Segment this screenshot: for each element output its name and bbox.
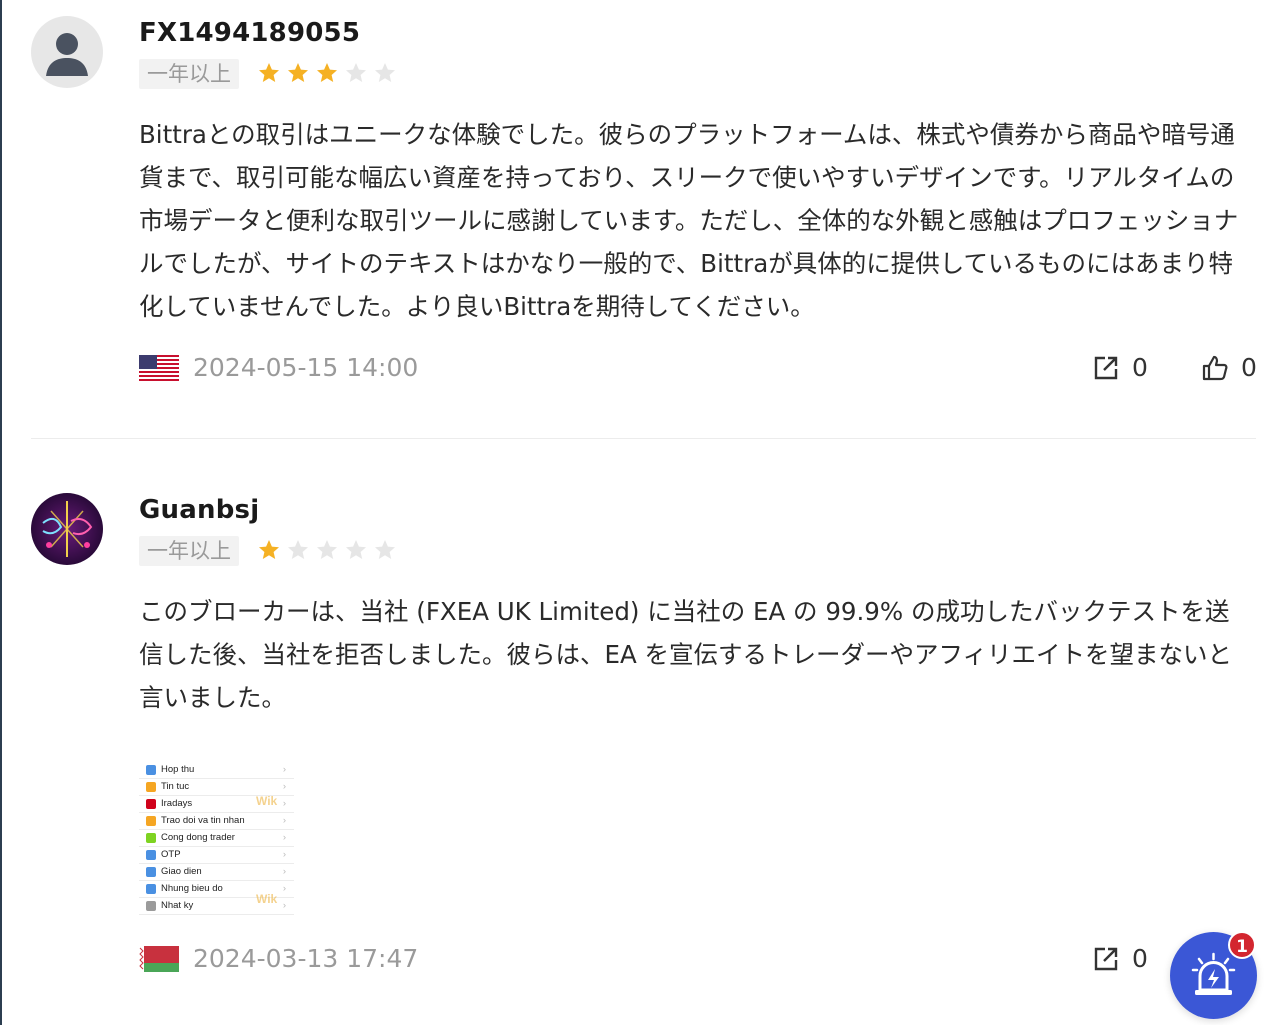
row-label: Nhung bieu do [161, 883, 223, 894]
star-filled-icon [317, 63, 337, 82]
share-icon [1094, 947, 1118, 970]
row-icon [146, 901, 156, 911]
thumbnail-row: Giao dien › [139, 864, 294, 881]
thumbnail-row: Hop thu › [139, 762, 294, 779]
star-filled-icon [288, 63, 308, 82]
watermark: Wik [256, 794, 278, 808]
row-label: OTP [161, 849, 181, 860]
row-icon [146, 884, 156, 894]
chevron-right-icon: › [282, 781, 286, 792]
like-count: 0 [1241, 353, 1257, 382]
share-icon [1094, 356, 1118, 379]
row-icon [146, 867, 156, 877]
us-flag-icon [139, 355, 179, 381]
row-icon [146, 833, 156, 843]
thumbs-up-icon [1202, 355, 1228, 380]
rating-stars [257, 61, 397, 89]
chevron-right-icon: › [282, 764, 286, 775]
thumbnail-row: Cong dong trader › [139, 830, 294, 847]
row-label: Nhat ky [161, 900, 194, 911]
chevron-right-icon: › [282, 815, 286, 826]
star-empty-icon [375, 540, 395, 559]
star-empty-icon [288, 540, 308, 559]
like-button[interactable]: 0 [1201, 353, 1257, 382]
row-label: Hop thu [161, 764, 195, 775]
avatar-image-icon [42, 501, 93, 557]
star-empty-icon [375, 63, 395, 82]
avatar[interactable] [31, 16, 103, 88]
review-date: 2024-03-13 17:47 [193, 944, 419, 973]
row-icon [146, 765, 156, 775]
row-icon [146, 850, 156, 860]
row-icon [146, 799, 156, 809]
tenure-badge: 一年以上 [139, 536, 239, 566]
star-filled-icon [259, 540, 279, 559]
review-date: 2024-05-15 14:00 [193, 353, 419, 382]
avatar[interactable] [31, 493, 103, 565]
row-icon [146, 816, 156, 826]
chevron-right-icon: › [282, 900, 286, 911]
share-count: 0 [1132, 944, 1148, 973]
share-count: 0 [1132, 353, 1148, 382]
row-label: Giao dien [161, 866, 202, 877]
row-label: Tin tuc [161, 781, 190, 792]
username[interactable]: Guanbsj [139, 495, 259, 525]
review-text: Bittraとの取引はユニークな体験でした。彼らのプラットフォームは、株式や債券… [139, 120, 1239, 321]
chevron-right-icon: › [282, 832, 286, 843]
star-empty-icon [346, 63, 366, 82]
star-empty-icon [346, 540, 366, 559]
row-label: Cong dong trader [161, 832, 235, 843]
user-silhouette-icon [46, 33, 88, 76]
row-icon [146, 782, 156, 792]
attachment-thumbnail[interactable]: Hop thu › Tin tuc › Iradays › Trao doi va tin … [139, 760, 294, 915]
chevron-right-icon: › [282, 849, 286, 860]
review-card: Guanbsj 一年以上 このブローカーは、当社 (FXEA UK Limite… [0, 438, 1280, 1025]
review-card: FX1494189055 一年以上 Bittraとの取引はユニークな体験でした。… [0, 0, 1280, 438]
share-button[interactable]: 0 [1092, 353, 1148, 382]
chevron-right-icon: › [282, 866, 286, 877]
chevron-right-icon: › [282, 798, 286, 809]
tenure-badge: 一年以上 [139, 59, 239, 89]
notification-badge: 1 [1228, 931, 1256, 959]
belarus-flag-icon [139, 946, 179, 972]
username[interactable]: FX1494189055 [139, 18, 360, 48]
row-label: Trao doi va tin nhan [161, 815, 245, 826]
share-button[interactable]: 0 [1092, 944, 1148, 973]
thumbnail-row: OTP › [139, 847, 294, 864]
review-text: このブローカーは、当社 (FXEA UK Limited) に当社の EA の … [139, 597, 1233, 712]
chevron-right-icon: › [282, 883, 286, 894]
star-empty-icon [317, 540, 337, 559]
row-label: Iradays [161, 798, 193, 809]
watermark: Wik [256, 892, 278, 906]
star-filled-icon [259, 63, 279, 82]
rating-stars [257, 538, 397, 566]
thumbnail-row: Trao doi va tin nhan › [139, 813, 294, 830]
